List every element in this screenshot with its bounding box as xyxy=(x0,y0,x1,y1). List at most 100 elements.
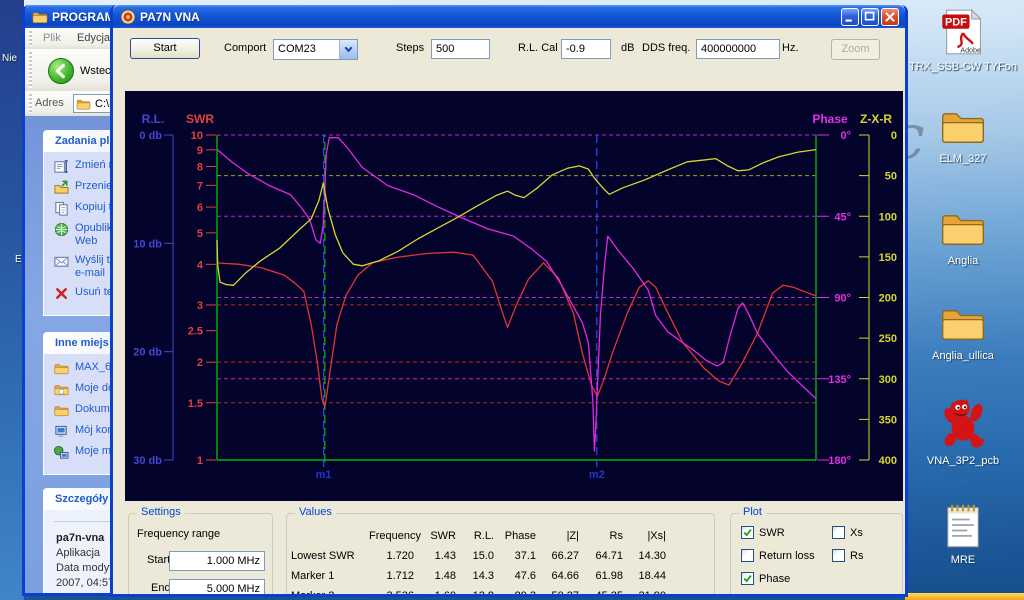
z-tick-label: 150 xyxy=(879,252,897,264)
comport-value: COM23 xyxy=(278,43,316,55)
values-cell: 21.90 xyxy=(625,590,668,597)
phase-tick-label: 135° xyxy=(828,374,851,386)
minimize-button[interactable] xyxy=(841,8,859,26)
swr-tick-label: 6 xyxy=(197,202,203,214)
menu-plik[interactable]: Plik xyxy=(43,32,61,44)
end-freq-input[interactable]: 5.000 MHz xyxy=(169,579,265,597)
desktop-icon-anglia[interactable]: Anglia xyxy=(905,206,1021,267)
zoom-button[interactable]: Zoom xyxy=(831,39,880,60)
values-cell: 12.8 xyxy=(458,590,496,597)
values-col-header: |Xs| xyxy=(625,530,668,542)
phase-tick-label: 45° xyxy=(834,211,851,223)
chevron-down-icon[interactable] xyxy=(339,40,357,59)
swr-tick-label: 1 xyxy=(197,455,203,467)
checkbox-return-loss[interactable]: Return loss xyxy=(741,549,815,562)
swr-tick-label: 4 xyxy=(197,259,204,271)
checkbox-phase[interactable]: Phase xyxy=(741,572,790,585)
vna-client-area: Start Comport COM23 Steps 500 R.L. Cal -… xyxy=(113,28,905,594)
start-freq-input[interactable]: 1.000 MHz xyxy=(169,551,265,571)
checkbox-box[interactable] xyxy=(741,572,754,585)
start-button[interactable]: Start xyxy=(130,38,200,59)
swr-tick-label: 1.5 xyxy=(188,398,203,410)
rlcal-label: R.L. Cal xyxy=(518,42,558,54)
checkbox-box[interactable] xyxy=(741,549,754,562)
db-label: dB xyxy=(621,42,634,54)
values-cell: 14.30 xyxy=(625,550,668,562)
checkbox-rs[interactable]: Rs xyxy=(832,549,863,562)
values-cell: 47.6 xyxy=(496,570,538,582)
checkbox-swr[interactable]: SWR xyxy=(741,526,785,539)
folder-icon xyxy=(940,206,986,250)
comport-select[interactable]: COM23 xyxy=(273,39,358,60)
marker-label-m2: m2 xyxy=(589,469,605,481)
close-button[interactable] xyxy=(881,8,899,26)
vna-chart[interactable]: 0 db10 db20 db30 db1098765432.521.510°45… xyxy=(125,91,903,501)
desktop-icon-elm-327[interactable]: ELM_327 xyxy=(905,104,1021,165)
checkbox-label: Phase xyxy=(759,573,790,585)
values-row-label: Marker 1 xyxy=(291,570,369,582)
folder-icon xyxy=(32,9,48,25)
checkbox-label: Z xyxy=(759,596,766,598)
back-button[interactable] xyxy=(48,58,74,84)
phase-tick-label: 90° xyxy=(834,293,851,305)
steps-input[interactable]: 500 xyxy=(431,39,490,59)
dds-input[interactable]: 400000000 xyxy=(696,39,780,59)
folder-icon xyxy=(76,98,91,110)
checkbox-box[interactable] xyxy=(741,526,754,539)
checkbox-box[interactable] xyxy=(832,526,845,539)
address-label: Adres xyxy=(35,97,64,109)
checkbox-box[interactable] xyxy=(741,595,754,597)
desktop-label[interactable]: Nie xyxy=(2,53,17,64)
checkbox-label: Return loss xyxy=(759,550,815,562)
folder-icon xyxy=(940,104,986,148)
desktop-icon-mre[interactable]: MRE xyxy=(905,501,1021,566)
z-tick-label: 200 xyxy=(879,293,897,305)
values-cell: 14.3 xyxy=(458,570,496,582)
task-item-label: Moje do xyxy=(75,382,114,395)
addressbar-grip xyxy=(29,94,32,113)
values-table: FrequencySWRR.L.Phase|Z|Rs|Xs|Lowest SWR… xyxy=(291,526,668,597)
swr-tick-label: 5 xyxy=(197,228,203,240)
desktop-icon-label: Anglia_ullica xyxy=(905,350,1021,362)
values-cell: 64.71 xyxy=(581,550,625,562)
rl-tick-label: 20 db xyxy=(133,347,162,359)
values-col-header: |Z| xyxy=(538,530,581,542)
values-cell: 45.25 xyxy=(581,590,625,597)
desktop-icon-anglia-ullica[interactable]: Anglia_ullica xyxy=(905,301,1021,362)
start-freq-label: Start xyxy=(147,554,170,566)
email-icon xyxy=(54,254,69,269)
values-group: Values FrequencySWRR.L.Phase|Z|Rs|Xs|Low… xyxy=(286,513,715,597)
vna-titlebar[interactable]: PA7N VNA xyxy=(113,5,905,28)
phase-tick-label: 0° xyxy=(840,130,851,142)
checkbox-z[interactable]: Z xyxy=(741,595,766,597)
values-row-label: Marker 2 xyxy=(291,590,369,597)
menu-edycja[interactable]: Edycja xyxy=(77,32,110,44)
folder-docs-icon xyxy=(54,382,69,397)
end-freq-label: End xyxy=(151,582,171,594)
toolbar-grip xyxy=(29,52,32,88)
taskbar-sliver[interactable] xyxy=(905,593,1024,600)
values-cell: 1.720 xyxy=(369,550,416,562)
z-tick-label: 250 xyxy=(879,333,897,345)
frequency-range-label: Frequency range xyxy=(137,528,220,540)
swr-tick-label: 9 xyxy=(197,145,203,157)
vna-window: PA7N VNA Start Comport COM23 Steps 500 R… xyxy=(110,5,908,597)
desktop-label[interactable]: E xyxy=(15,254,22,265)
values-cell: 18.44 xyxy=(625,570,668,582)
screen: c NieE PDFAdobeTRX_SSB-CW TYFonELM_327An… xyxy=(0,0,1024,600)
maximize-button[interactable] xyxy=(861,8,879,26)
rlcal-input[interactable]: -0.9 xyxy=(561,39,611,59)
desktop-icon-trx-ssb-cw-tyfon[interactable]: PDFAdobeTRX_SSB-CW TYFon xyxy=(905,8,1021,73)
desktop-icon-vna-3p2-pcb[interactable]: VNA_3P2_pcb xyxy=(905,396,1021,467)
svg-text:PDF: PDF xyxy=(945,16,967,28)
checkbox-box[interactable] xyxy=(832,549,845,562)
svg-text:Adobe: Adobe xyxy=(960,47,981,55)
values-cell: 61.98 xyxy=(581,570,625,582)
rl-tick-label: 10 db xyxy=(133,238,162,250)
values-col-header: R.L. xyxy=(458,530,496,542)
values-cell: 50.27 xyxy=(538,590,581,597)
network-icon xyxy=(54,445,69,460)
values-col-header: Frequency xyxy=(369,530,416,542)
folder-icon xyxy=(940,301,986,345)
checkbox-xs[interactable]: Xs xyxy=(832,526,863,539)
